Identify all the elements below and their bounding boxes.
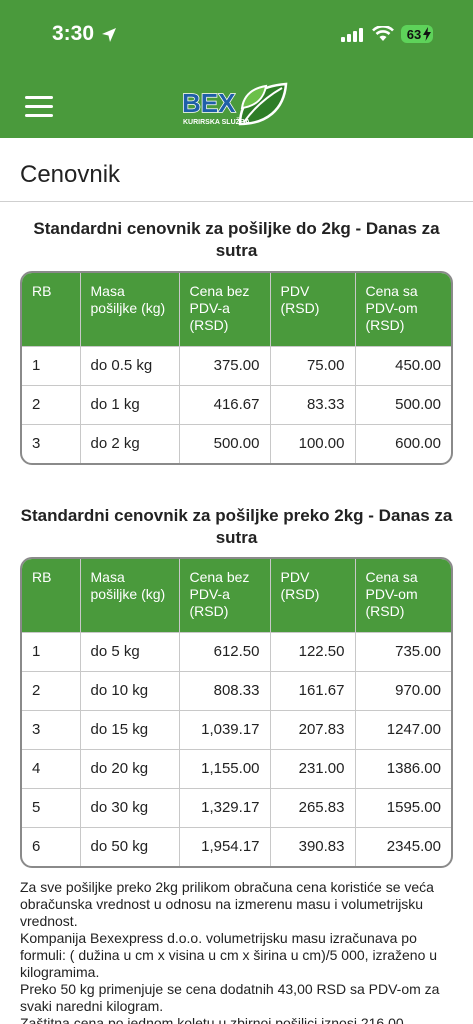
cell-price-no-vat: 1,329.17 [179, 787, 271, 827]
col-header-price-with-vat: Cena sa PDV-om (RSD) [355, 559, 451, 632]
svg-text:BEX: BEX [182, 88, 236, 118]
cell-price-with-vat: 735.00 [355, 631, 451, 671]
cell-mass: do 20 kg [80, 748, 180, 788]
cell-price-with-vat: 500.00 [355, 384, 451, 424]
cell-rb: 3 [22, 709, 81, 749]
location-arrow-icon [102, 28, 116, 42]
cellular-signal-icon [341, 28, 363, 42]
cell-rb: 2 [22, 670, 81, 710]
cell-rb: 6 [22, 826, 81, 866]
note-text: Preko 50 kg primenjuje se cena dodatnih … [20, 981, 440, 1014]
col-header-vat: PDV (RSD) [270, 273, 356, 346]
battery-level: 63 [406, 26, 422, 42]
note-text: Kompanija Bexexpress d.o.o. volumetrijsk… [20, 930, 438, 980]
col-header-vat: PDV (RSD) [270, 559, 356, 632]
cell-price-no-vat: 1,155.00 [179, 748, 271, 788]
cell-mass: do 2 kg [80, 423, 180, 463]
col-header-price-with-vat: Cena sa PDV-om (RSD) [355, 273, 451, 346]
cell-vat: 100.00 [270, 423, 356, 463]
status-bar: 3:30 63 [0, 0, 473, 70]
table-row: 1 do 5 kg 612.50 122.50 735.00 [22, 631, 451, 671]
cell-vat: 75.00 [270, 345, 356, 385]
col-header-mass: Masa pošiljke (kg) [80, 559, 180, 632]
cell-mass: do 15 kg [80, 709, 180, 749]
cell-rb: 3 [22, 423, 81, 463]
cell-mass: do 10 kg [80, 670, 180, 710]
col-header-price-no-vat: Cena bez PDV-a (RSD) [179, 559, 271, 632]
cell-price-no-vat: 500.00 [179, 423, 271, 463]
page-title: Cenovnik [20, 161, 121, 188]
hamburger-menu-icon[interactable] [25, 96, 53, 118]
price-table-up-to-2kg: RB Masa pošiljke (kg) Cena bez PDV-a (RS… [20, 271, 453, 465]
cell-vat: 207.83 [270, 709, 356, 749]
table-row: 6 do 50 kg 1,954.17 390.83 2345.00 [22, 826, 451, 866]
col-header-price-no-vat: Cena bez PDV-a (RSD) [179, 273, 271, 346]
table-row: 1 do 0.5 kg 375.00 75.00 450.00 [22, 345, 451, 385]
table-row: 3 do 15 kg 1,039.17 207.83 1247.00 [22, 709, 451, 749]
cell-vat: 122.50 [270, 631, 356, 671]
cell-mass: do 0.5 kg [80, 345, 180, 385]
cell-rb: 1 [22, 631, 81, 671]
cell-vat: 390.83 [270, 826, 356, 866]
cell-mass: do 50 kg [80, 826, 180, 866]
note-text: Zaštitna cena po jednom koletu u zbirnoj… [20, 1015, 404, 1024]
table1-title: Standardni cenovnik za pošiljke do 2kg -… [33, 219, 440, 260]
cell-rb: 1 [22, 345, 81, 385]
price-table-over-2kg: RB Masa pošiljke (kg) Cena bez PDV-a (RS… [20, 557, 453, 868]
cell-rb: 2 [22, 384, 81, 424]
app-header: BEX KURIRSKA SLUŽBA [0, 70, 473, 138]
col-header-rb: RB [22, 559, 81, 632]
cell-mass: do 1 kg [80, 384, 180, 424]
table-row: 2 do 10 kg 808.33 161.67 970.00 [22, 670, 451, 710]
cell-price-with-vat: 2345.00 [355, 826, 451, 866]
table-row: 3 do 2 kg 500.00 100.00 600.00 [22, 423, 451, 463]
charging-bolt-icon [423, 27, 431, 41]
cell-price-with-vat: 1247.00 [355, 709, 451, 749]
cell-price-no-vat: 612.50 [179, 631, 271, 671]
col-header-rb: RB [22, 273, 81, 346]
bex-logo[interactable]: BEX KURIRSKA SLUŽBA [180, 78, 292, 134]
cell-price-with-vat: 1595.00 [355, 787, 451, 827]
svg-text:KURIRSKA SLUŽBA: KURIRSKA SLUŽBA [183, 117, 250, 126]
cell-vat: 231.00 [270, 748, 356, 788]
cell-price-with-vat: 1386.00 [355, 748, 451, 788]
cell-vat: 265.83 [270, 787, 356, 827]
table-row: 5 do 30 kg 1,329.17 265.83 1595.00 [22, 787, 451, 827]
divider [0, 201, 473, 202]
cell-price-no-vat: 808.33 [179, 670, 271, 710]
cell-price-no-vat: 416.67 [179, 384, 271, 424]
col-header-mass: Masa pošiljke (kg) [80, 273, 180, 346]
cell-vat: 161.67 [270, 670, 356, 710]
cell-price-with-vat: 450.00 [355, 345, 451, 385]
cell-mass: do 30 kg [80, 787, 180, 827]
table-row: 2 do 1 kg 416.67 83.33 500.00 [22, 384, 451, 424]
cell-rb: 5 [22, 787, 81, 827]
wifi-icon [372, 26, 394, 41]
cell-price-with-vat: 970.00 [355, 670, 451, 710]
cell-mass: do 5 kg [80, 631, 180, 671]
cell-price-with-vat: 600.00 [355, 423, 451, 463]
battery-indicator: 63 [401, 25, 433, 43]
cell-rb: 4 [22, 748, 81, 788]
table-row: 4 do 20 kg 1,155.00 231.00 1386.00 [22, 748, 451, 788]
table2-title: Standardni cenovnik za pošiljke preko 2k… [20, 506, 453, 547]
status-time: 3:30 [52, 22, 95, 45]
cell-price-no-vat: 1,954.17 [179, 826, 271, 866]
cell-price-no-vat: 375.00 [179, 345, 271, 385]
note-text: Za sve pošiljke preko 2kg prilikom obrač… [20, 879, 434, 929]
cell-price-no-vat: 1,039.17 [179, 709, 271, 749]
pricing-notes: Za sve pošiljke preko 2kg prilikom obrač… [20, 879, 458, 1024]
cell-vat: 83.33 [270, 384, 356, 424]
